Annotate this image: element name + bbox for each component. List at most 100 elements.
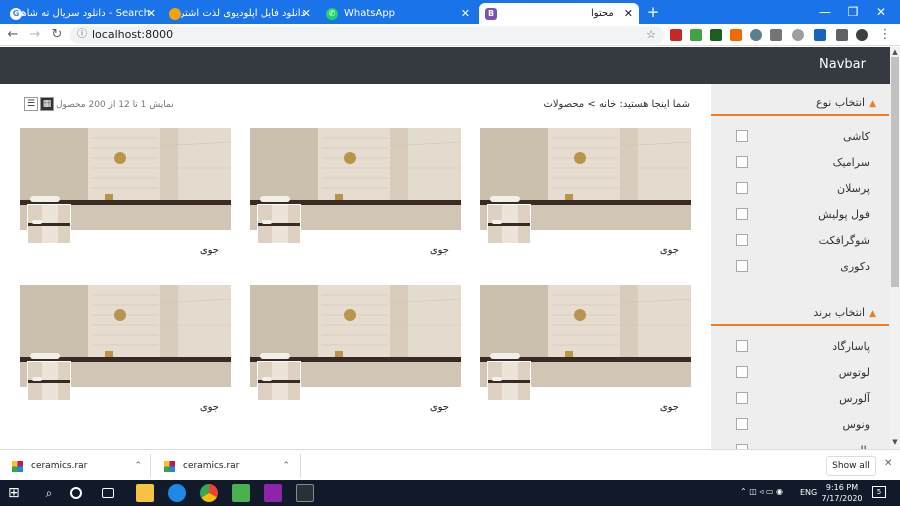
address-bar[interactable]: ⓘ localhost:8000 ☆ (70, 26, 664, 44)
list-view-icon[interactable]: ☰ (24, 97, 38, 111)
product-thumbnail[interactable] (257, 204, 301, 244)
filter-option-label: فول پولیش (818, 207, 870, 221)
filter-option[interactable]: شوگرافکت (730, 232, 870, 248)
grid-view-icon[interactable]: ▦ (40, 97, 54, 111)
product-thumbnail[interactable] (487, 204, 531, 244)
menu-dots-icon[interactable]: ⋮ (876, 26, 894, 44)
rar-file-icon (164, 460, 175, 472)
checkbox[interactable] (736, 392, 748, 404)
product-name[interactable]: جوی (430, 402, 449, 413)
close-icon[interactable]: ✕ (461, 7, 470, 20)
close-icon[interactable]: ✕ (147, 7, 156, 20)
product-name[interactable]: جوی (660, 402, 679, 413)
forward-icon[interactable]: → (26, 26, 44, 44)
download-item[interactable]: ceramics.rar ⌃ (164, 456, 290, 476)
product-name[interactable]: جوی (660, 245, 679, 256)
star-icon[interactable]: ☆ (646, 26, 656, 44)
windows-start-icon[interactable]: ⊞ (8, 484, 26, 502)
clock[interactable]: 9:16 PM 7/17/2020 (818, 482, 866, 504)
tab-content[interactable]: B محتوا ✕ (479, 3, 639, 24)
restore-icon[interactable]: ❐ (840, 3, 866, 21)
product-thumbnail[interactable] (257, 361, 301, 401)
checkbox[interactable] (736, 340, 748, 352)
close-icon[interactable]: ✕ (624, 7, 633, 20)
checkbox[interactable] (736, 156, 748, 168)
scroll-up-icon[interactable]: ▲ (890, 47, 900, 57)
filter-option[interactable]: پاسارگاد (730, 338, 870, 354)
media-player-icon[interactable] (264, 484, 282, 502)
search-icon[interactable]: ⌕ (40, 484, 58, 502)
chevron-up-icon[interactable]: ⌃ (134, 461, 142, 471)
tab-search[interactable]: ✕ Search - دانلود سریال ته شاهین G (4, 3, 162, 24)
product-card[interactable]: جوی (20, 285, 231, 425)
filter-option[interactable]: کاشی (730, 128, 870, 144)
new-tab-button[interactable]: + (640, 3, 666, 21)
language-indicator[interactable]: ENG (800, 488, 817, 497)
info-icon[interactable]: ⓘ (77, 26, 87, 44)
terminal-icon[interactable] (296, 484, 314, 502)
collapse-triangle-icon: ▲ (869, 99, 876, 109)
filter-option[interactable]: سرامیک (730, 154, 870, 170)
file-explorer-icon[interactable] (136, 484, 154, 502)
product-thumbnail[interactable] (27, 361, 71, 401)
checkbox[interactable] (736, 418, 748, 430)
filter-section-type[interactable]: ▲انتخاب نوع (816, 96, 876, 109)
filter-option[interactable]: لوتوس (730, 364, 870, 380)
scroll-thumb[interactable] (891, 57, 899, 287)
app-icon[interactable] (232, 484, 250, 502)
tray-icons[interactable]: ⌃ ◫ ◃ ▭ ◉ (740, 487, 783, 496)
product-name[interactable]: جوی (200, 402, 219, 413)
product-card[interactable]: جوی (20, 128, 231, 268)
extension-pdf-icon[interactable] (670, 29, 682, 41)
scrollbar[interactable]: ▲ ▼ (890, 47, 900, 449)
checkbox[interactable] (736, 130, 748, 142)
checkbox[interactable] (736, 234, 748, 246)
product-name[interactable]: جوی (430, 245, 449, 256)
filter-option[interactable]: فول پولیش (730, 206, 870, 222)
product-name[interactable]: جوی (200, 245, 219, 256)
filter-option[interactable]: ونوس (730, 416, 870, 432)
puzzle-icon[interactable] (836, 29, 848, 41)
extension-blue-icon[interactable] (814, 29, 826, 41)
checkbox[interactable] (736, 182, 748, 194)
cortana-icon[interactable] (70, 487, 82, 499)
checkbox[interactable] (736, 366, 748, 378)
profile-avatar[interactable] (856, 29, 868, 41)
chrome-icon[interactable] (200, 484, 218, 502)
minimize-icon[interactable]: — (812, 3, 838, 21)
checkbox[interactable] (736, 208, 748, 220)
product-card[interactable]: جوی (480, 128, 691, 268)
task-view-icon[interactable] (102, 488, 114, 498)
edge-icon[interactable] (168, 484, 186, 502)
product-thumbnail[interactable] (487, 361, 531, 401)
product-thumbnail[interactable] (27, 204, 71, 244)
filter-option[interactable]: دکوری (730, 258, 870, 274)
camera-icon[interactable] (770, 29, 782, 41)
navbar-brand[interactable]: Navbar (819, 57, 866, 72)
tab-whatsapp[interactable]: ✆ WhatsApp ✕ (320, 3, 476, 24)
extension-gear-icon[interactable] (750, 29, 762, 41)
product-card[interactable]: جوی (250, 285, 461, 425)
filter-section-brand[interactable]: ▲انتخاب برند (813, 306, 876, 319)
close-icon[interactable]: ✕ (884, 458, 892, 469)
extension-leaf-icon[interactable] (690, 29, 702, 41)
filter-option[interactable]: آلورس (730, 390, 870, 406)
extension-cube-icon[interactable] (710, 29, 722, 41)
tab-upload[interactable]: ✕ دانلود فایل آپلودیوی لذت اشتراک آ... (163, 3, 317, 24)
filter-option[interactable]: بالیسن (730, 442, 870, 449)
download-item[interactable]: ceramics.rar ⌃ (12, 456, 142, 476)
notification-icon[interactable]: 5 (872, 486, 886, 498)
close-icon[interactable]: ✕ (302, 7, 311, 20)
checkbox[interactable] (736, 260, 748, 272)
product-card[interactable]: جوی (250, 128, 461, 268)
back-icon[interactable]: ← (4, 26, 22, 44)
chevron-up-icon[interactable]: ⌃ (282, 461, 290, 471)
extension-orange-icon[interactable] (730, 29, 742, 41)
product-card[interactable]: جوی (480, 285, 691, 425)
extension-globe-icon[interactable] (792, 29, 804, 41)
reload-icon[interactable]: ↻ (48, 26, 66, 44)
show-all-button[interactable]: Show all (826, 456, 876, 476)
close-window-icon[interactable]: ✕ (868, 3, 894, 21)
filter-option[interactable]: پرسلان (730, 180, 870, 196)
scroll-down-icon[interactable]: ▼ (890, 437, 900, 447)
